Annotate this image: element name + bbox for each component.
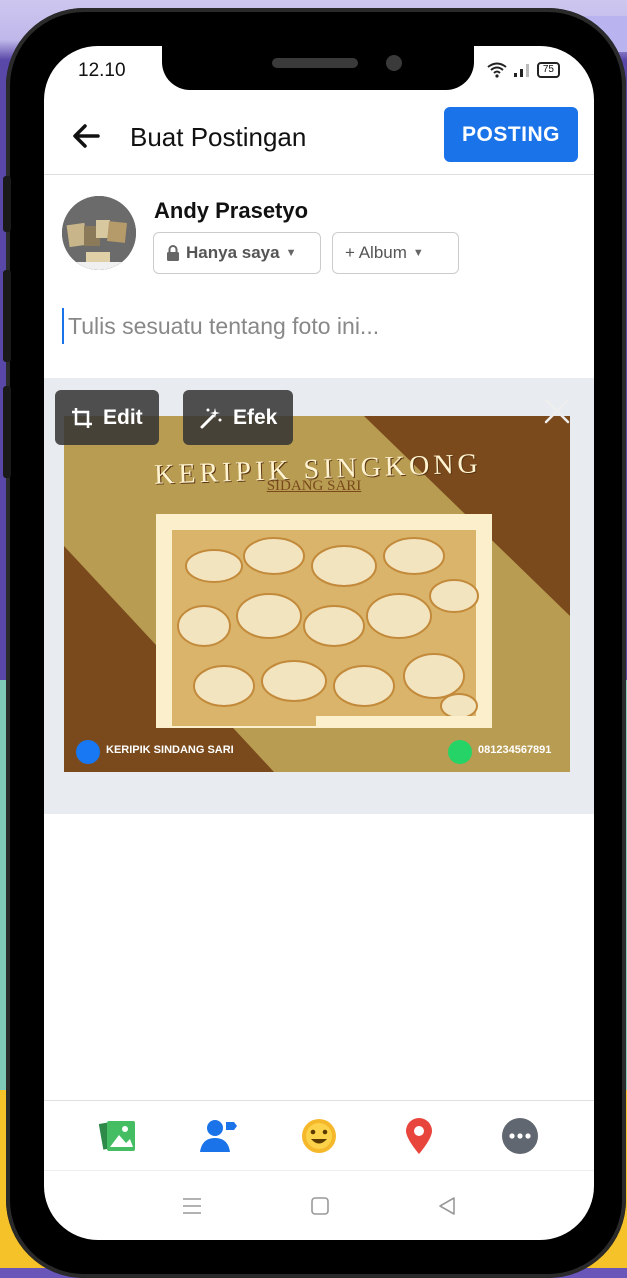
system-nav-bar (44, 1170, 594, 1240)
album-selector[interactable]: + Album ▼ (332, 232, 459, 274)
recent-apps-icon[interactable] (182, 1197, 202, 1215)
effects-label: Efek (233, 405, 278, 429)
crop-icon (72, 407, 92, 428)
edit-label: Edit (103, 405, 143, 429)
caption-input[interactable] (62, 308, 570, 344)
notch (162, 46, 474, 90)
composer-toolbar (44, 1100, 594, 1170)
status-icons: 75 (487, 62, 560, 78)
chevron-down-icon: ▼ (285, 247, 297, 259)
location-icon[interactable] (399, 1116, 439, 1156)
effects-button[interactable]: Efek (183, 390, 294, 445)
post-button[interactable]: POSTING (444, 107, 578, 162)
magic-wand-icon (200, 407, 222, 428)
user-name: Andy Prasetyo (154, 198, 309, 223)
media-preview: KERIPIK SINGKONG SIDANG SARI KERIPIK SIN… (44, 378, 594, 814)
avatar[interactable] (62, 196, 136, 270)
tag-people-icon[interactable] (199, 1116, 239, 1156)
signal-icon (513, 64, 529, 77)
attached-photo[interactable]: KERIPIK SINGKONG SIDANG SARI KERIPIK SIN… (64, 416, 570, 772)
header: Buat Postingan POSTING (44, 106, 594, 175)
status-time: 12.10 (78, 60, 126, 81)
feeling-icon[interactable] (299, 1116, 339, 1156)
back-arrow-icon[interactable] (70, 120, 102, 152)
wifi-icon (487, 62, 507, 78)
front-camera (386, 55, 402, 71)
privacy-label: Hanya saya (186, 243, 280, 262)
side-button (3, 386, 11, 478)
album-label: + Album (345, 243, 407, 262)
back-nav-icon[interactable] (438, 1196, 456, 1216)
close-icon[interactable] (542, 396, 572, 426)
avatar-image (62, 196, 136, 270)
phone-screen: 12.10 75 Buat Postingan POSTING Andy Pra… (44, 46, 594, 1240)
privacy-selector[interactable]: Hanya saya ▼ (153, 232, 321, 274)
side-button (3, 176, 11, 232)
page-title: Buat Postingan (130, 122, 307, 152)
lock-icon (167, 245, 179, 261)
battery-icon: 75 (536, 62, 560, 78)
home-icon[interactable] (310, 1196, 330, 1216)
side-button (3, 270, 11, 362)
speaker (272, 58, 358, 68)
more-icon[interactable] (500, 1116, 540, 1156)
photo-facebook-text: KERIPIK SINDANG SARI (106, 744, 234, 756)
edit-photo-button[interactable]: Edit (55, 390, 159, 445)
chevron-down-icon: ▼ (412, 247, 424, 259)
photo-icon[interactable] (98, 1116, 138, 1156)
photo-subheadline: SIDANG SARI (266, 478, 362, 494)
photo-phone-text: 081234567891 (478, 744, 552, 756)
